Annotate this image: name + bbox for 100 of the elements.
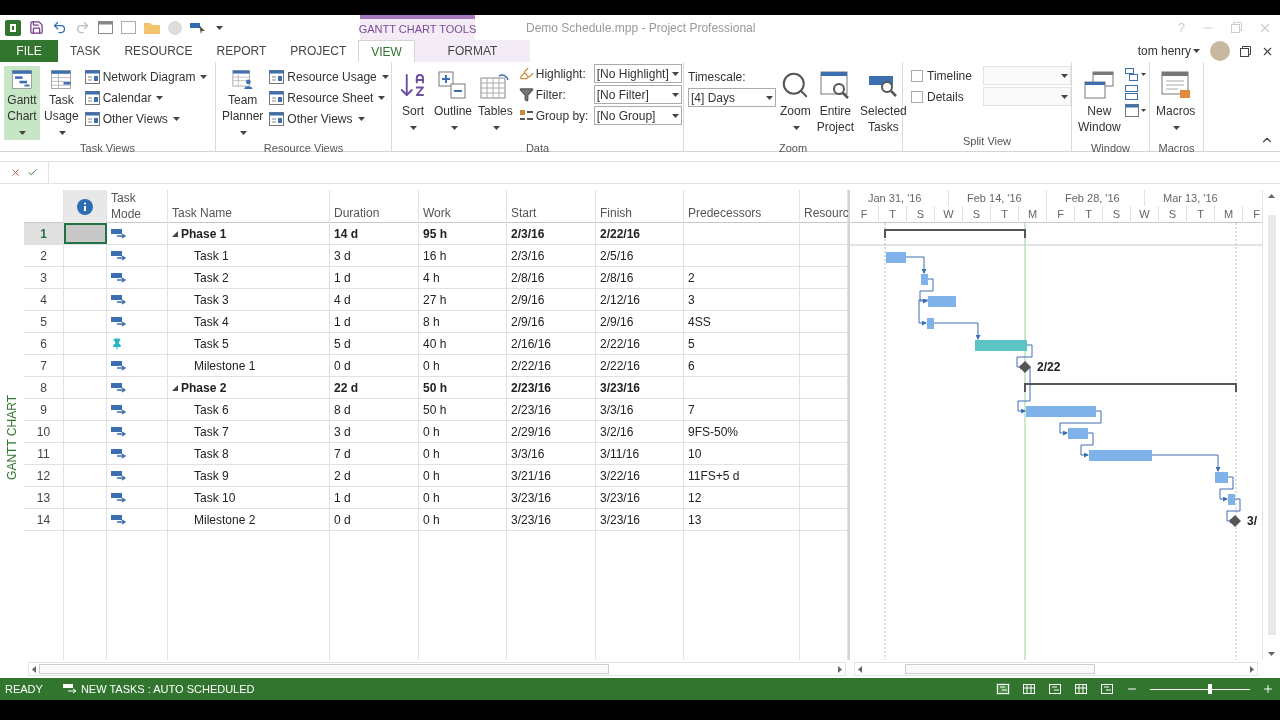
row-number[interactable]: 5 [40,312,47,331]
ribbon-button[interactable]: Tables [476,66,515,140]
row-number[interactable]: 2 [40,246,47,265]
split-windows-icon[interactable] [1124,85,1139,101]
row-number[interactable]: 10 [36,422,51,441]
duration-cell-text: 0 d [334,511,351,529]
zoom-in-icon[interactable] [1262,683,1274,695]
column-header[interactable]: Task Name [172,204,233,222]
ribbon-tab[interactable]: REPORT [204,40,279,62]
collapse-icon[interactable] [172,384,178,391]
window-icon[interactable] [121,21,136,34]
predecessors-cell-text: 9FS-50% [688,423,739,441]
ribbon-button[interactable]: Sort [396,66,430,140]
scroll-left-icon[interactable] [32,665,36,673]
ribbon-button[interactable]: Task Usage [42,66,81,140]
dropdown-field[interactable]: [4] Days [688,88,776,107]
report-view-icon[interactable] [1100,683,1114,695]
checkbox[interactable] [911,69,923,82]
dropdown-field[interactable]: [No Group] [593,106,682,125]
slider-thumb[interactable] [1208,684,1212,694]
scroll-left-icon[interactable] [858,665,862,673]
summary-bar[interactable] [1024,383,1237,393]
ribbon-button[interactable]: Zoom [778,66,813,140]
network-icon [84,69,100,84]
ribbon-tab[interactable]: VIEW [358,40,415,62]
ribbon-button[interactable]: Resource Usage [267,66,391,87]
ribbon-tab[interactable]: FORMAT [414,40,530,62]
column-header[interactable]: Duration [334,204,380,222]
restore-icon[interactable] [1240,45,1251,57]
ribbon-button[interactable]: Other Views [82,108,210,129]
scroll-right-icon[interactable] [1250,665,1254,673]
column-header[interactable]: Work [423,204,451,222]
ribbon-button[interactable]: Outline [432,66,475,140]
contextual-tab-header: GANTT CHART TOOLS [360,15,475,40]
scroll-up-icon[interactable] [1268,194,1275,198]
window-icon[interactable] [98,21,113,34]
row-number[interactable]: 14 [36,510,51,529]
row-number[interactable]: 7 [40,356,47,375]
ribbon-tab[interactable]: FILE [0,40,58,62]
switch-windows-icon[interactable] [1124,104,1147,118]
resource-view-icon[interactable] [1048,683,1062,695]
ribbon-button[interactable]: Calendar [82,87,210,108]
caret-icon [671,113,679,118]
horizontal-scrollbar[interactable] [28,662,846,676]
caret-icon [1193,49,1200,53]
ribbon-button[interactable]: Network Diagram [82,66,210,87]
ribbon-button[interactable]: Team Planner [220,66,266,140]
column-header[interactable]: Start [511,204,537,222]
selected-cell[interactable] [64,223,107,244]
user-menu[interactable]: tom henry [1137,42,1200,60]
grid-view-icon[interactable] [1074,683,1088,695]
milestone-icon[interactable] [1019,361,1031,373]
dropdown-field[interactable] [983,66,1071,85]
start-cell-text: 3/3/16 [511,445,545,463]
ribbon-button[interactable]: Gantt Chart [4,66,40,140]
scroll-right-icon[interactable] [838,665,842,673]
zoom-slider[interactable] [1150,684,1250,694]
table-view-icon[interactable] [1022,683,1036,695]
ribbon-button[interactable]: Resource Sheet [267,87,391,108]
ribbon-button[interactable]: Selected Tasks [858,66,909,140]
row-number[interactable]: 4 [40,290,47,309]
gantt-view-icon[interactable] [996,683,1010,695]
row-number[interactable]: 12 [36,466,51,485]
milestone-date-label: 2/22 [1037,360,1061,374]
dropdown-field[interactable]: [No Highlight] [593,64,682,83]
row-number[interactable]: 11 [37,444,50,463]
group-label: Macros [1158,141,1195,156]
row-number[interactable]: 8 [40,378,47,397]
row-number[interactable]: 13 [36,488,51,507]
arrange-windows-icon[interactable] [1124,68,1147,82]
dropdown-field[interactable]: [No Filter] [593,85,682,104]
row-number[interactable]: 9 [40,400,47,419]
ribbon-tab[interactable]: TASK [58,40,113,62]
ribbon-tab[interactable]: RESOURCE [112,40,205,62]
ribbon-tab[interactable]: PROJECT [278,40,359,62]
row-number[interactable]: 3 [40,268,47,287]
horizontal-scrollbar[interactable] [854,662,1258,676]
scroll-down-icon[interactable] [1268,652,1275,656]
column-header[interactable]: Predecessors [688,204,762,222]
enter-icon[interactable] [27,166,38,178]
row-number[interactable]: 1 [40,224,47,243]
column-header[interactable]: Task Mode [111,190,141,222]
dropdown-field[interactable] [983,87,1071,106]
pointer-icon[interactable] [190,21,206,34]
column-header[interactable]: Finish [600,204,632,222]
cancel-icon[interactable] [10,166,21,178]
collapse-icon[interactable] [172,230,178,237]
ribbon-button[interactable]: Macros [1154,66,1198,140]
ribbon-button[interactable]: New Window [1076,66,1123,140]
save-icon[interactable] [29,20,44,35]
ribbon-button[interactable]: Other Views [267,108,391,129]
milestone-icon[interactable] [1229,515,1241,527]
column-header[interactable]: Resourc [804,204,849,222]
undo-icon[interactable] [52,20,67,35]
task-name: Task 7 [194,423,229,441]
new-tasks-button[interactable]: NEW TASKS : AUTO SCHEDULED [62,680,255,698]
row-number[interactable]: 6 [40,334,47,353]
checkbox[interactable] [911,90,923,103]
summary-bar[interactable] [884,229,1026,239]
ribbon-button[interactable]: Entire Project [814,66,857,140]
